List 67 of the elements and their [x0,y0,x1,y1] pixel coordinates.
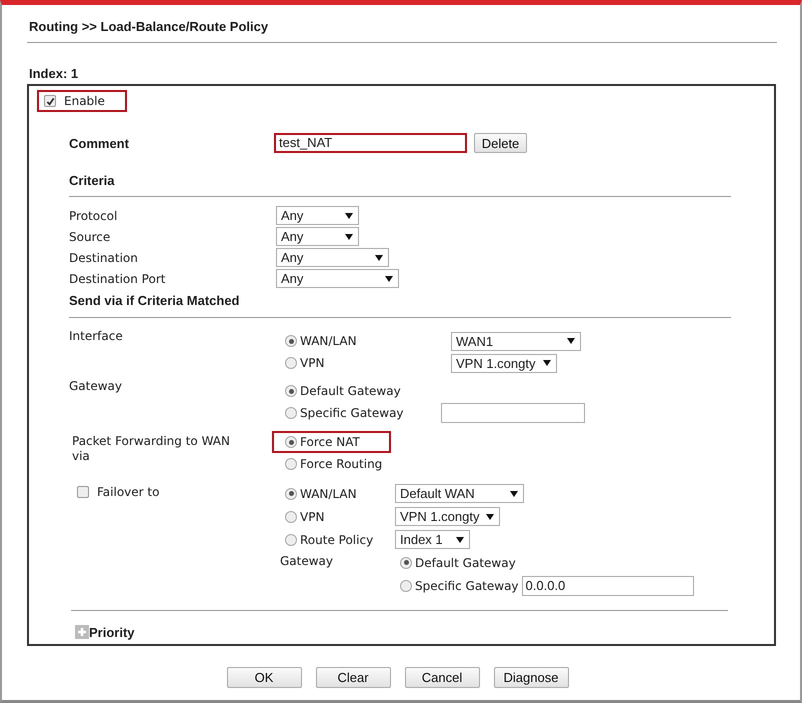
radio-label: Force Routing [300,457,382,471]
radio-label: WAN/LAN [300,334,357,348]
radio-label: VPN [300,356,324,370]
checkbox[interactable] [44,95,56,107]
radio-button[interactable] [285,407,297,419]
dropdown-arrow-icon [486,514,494,520]
field-label: Protocol [69,208,118,222]
radio-label: Specific Gateway [415,578,519,592]
dropdown[interactable]: Any [276,206,359,225]
field-label: Destination Port [69,272,166,286]
radio-button[interactable] [285,436,297,448]
field-label: Interface [69,329,124,343]
field-label: Packet Forwarding to WAN via [71,434,231,464]
dropdown-arrow-icon [345,234,353,240]
form-button[interactable]: OK [226,667,302,688]
radio-button[interactable] [285,357,297,369]
dropdown-arrow-icon [567,338,575,344]
dropdown-arrow-icon [385,276,393,282]
radio-label: WAN/LAN [300,486,357,500]
dropdown[interactable]: Any [276,227,359,246]
radio-button[interactable] [285,458,297,470]
radio-label: VPN [300,510,324,524]
input-field[interactable]: test_NAT [274,133,467,153]
checkbox-label: Enable [64,94,105,108]
radio-button[interactable] [400,580,412,592]
section-title: Send via if Criteria Matched [69,292,240,310]
radio-button[interactable] [285,335,297,347]
form-button[interactable]: Cancel [404,667,480,688]
input-field[interactable] [441,403,585,423]
dropdown-arrow-icon [456,536,464,542]
dropdown[interactable]: Default WAN [395,484,524,503]
dropdown[interactable]: VPN 1.congty [395,507,500,526]
field-label: Source [69,230,112,244]
radio-label: Specific Gateway [300,406,404,420]
dropdown[interactable]: Any [276,269,399,288]
radio-label: Default Gateway [300,384,401,398]
field-label: Gateway [69,379,124,393]
field-label: Destination [69,250,139,264]
index-label: Index: 1 [28,65,80,83]
checkbox[interactable] [77,486,89,498]
radio-button[interactable] [285,488,297,500]
checkbox-label: Failover to [97,485,160,499]
dropdown-arrow-icon [510,490,518,496]
delete-button[interactable]: Delete [474,133,527,153]
radio-label: Force NAT [300,435,360,449]
dropdown-arrow-icon [345,212,353,218]
page-title: Routing >> Load-Balance/Route Policy [28,18,270,36]
radio-label: Default Gateway [415,556,516,570]
radio-button[interactable] [285,510,297,522]
radio-button[interactable] [285,534,297,546]
section-title: Criteria [69,172,116,190]
dropdown[interactable]: Index 1 [395,530,470,549]
form-button[interactable]: Diagnose [494,667,568,688]
dropdown-arrow-icon [543,360,551,366]
radio-button[interactable] [285,385,297,397]
field-label: Comment [69,136,130,150]
form-button[interactable]: Clear [316,667,390,688]
section-title: Priority [89,624,135,640]
dropdown-arrow-icon [375,254,383,260]
dropdown[interactable]: Any [276,248,389,267]
input-field[interactable]: 0.0.0.0 [522,576,694,596]
dropdown[interactable]: WAN1 [451,332,581,350]
field-label: Gateway [280,554,334,568]
radio-button[interactable] [400,556,412,568]
expand-icon[interactable] [75,625,89,639]
radio-label: Route Policy [300,532,374,546]
dropdown[interactable]: VPN 1.congty [451,354,557,372]
